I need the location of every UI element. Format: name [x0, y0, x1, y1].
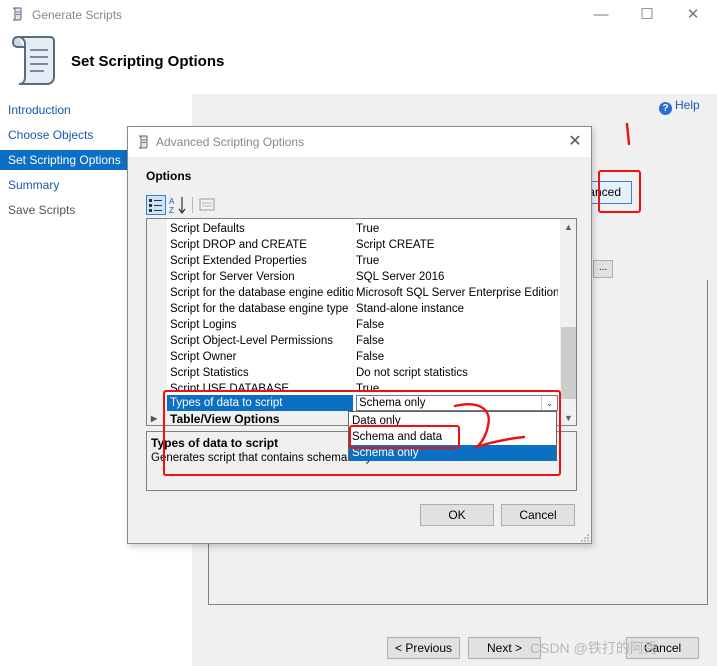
svg-text:Z: Z	[169, 206, 174, 215]
script-scroll-icon	[12, 7, 22, 21]
sort-alphabetical-icon: A Z	[169, 197, 186, 215]
property-name: Script Defaults	[170, 223, 245, 235]
previous-button[interactable]: < Previous	[387, 637, 460, 659]
property-row[interactable]: Script for the database engine type Stan…	[167, 301, 560, 317]
property-name: Script for the database engine type	[170, 303, 349, 315]
vertical-scrollbar[interactable]: ▲ ▼	[560, 219, 576, 425]
nav-item-introduction[interactable]: Introduction	[0, 100, 127, 120]
main-titlebar: Generate Scripts — ☐ ✕	[0, 0, 717, 30]
property-pages-icon	[199, 198, 215, 211]
property-row[interactable]: Script Defaults True	[167, 221, 560, 237]
annotation-box	[349, 425, 460, 449]
categorized-icon	[149, 199, 162, 212]
nav-item-save-scripts: Save Scripts	[8, 203, 76, 217]
svg-text:A: A	[169, 197, 175, 206]
property-value: Script CREATE	[356, 239, 435, 251]
property-name: Script DROP and CREATE	[170, 239, 307, 251]
ok-button[interactable]: OK	[420, 504, 494, 526]
property-name: Script for the database engine edition	[170, 287, 353, 299]
property-name: Script Object-Level Permissions	[170, 335, 333, 347]
script-scroll-icon	[11, 36, 55, 85]
expand-icon[interactable]: ▶	[151, 411, 157, 425]
property-name: Script Extended Properties	[170, 255, 307, 267]
property-name: Script Logins	[170, 319, 237, 331]
wizard-nav: Introduction Choose Objects Set Scriptin…	[0, 94, 127, 666]
maximize-button[interactable]: ☐	[624, 3, 670, 27]
property-row[interactable]: Script Extended Properties True	[167, 253, 560, 269]
scroll-thumb[interactable]	[561, 327, 576, 399]
categorized-view-button[interactable]	[146, 195, 166, 215]
annotation-box	[598, 170, 641, 213]
scroll-up-icon[interactable]: ▲	[560, 219, 576, 236]
dialog-cancel-button[interactable]: Cancel	[501, 504, 575, 526]
dialog-titlebar: Advanced Scripting Options ✕	[128, 127, 591, 157]
advanced-scripting-options-dialog: Advanced Scripting Options ✕ Options A Z…	[127, 126, 592, 544]
window-title: Generate Scripts	[32, 8, 123, 22]
property-name: Script Statistics	[170, 367, 249, 379]
minimize-button[interactable]: —	[578, 3, 624, 27]
alphabetical-view-button[interactable]: A Z	[168, 195, 188, 215]
property-value: False	[356, 335, 385, 347]
watermark: CSDN @铁打的阿秀	[530, 640, 658, 656]
page-title: Set Scripting Options	[71, 53, 225, 70]
property-pages-button	[198, 195, 218, 215]
property-row[interactable]: Script Statistics Do not script statisti…	[167, 365, 560, 381]
property-value: True	[356, 255, 380, 267]
scroll-down-icon[interactable]: ▼	[560, 410, 576, 425]
nav-item-choose-objects[interactable]: Choose Objects	[0, 125, 127, 145]
property-row[interactable]: Script Owner False	[167, 349, 560, 365]
frame-border	[208, 540, 708, 605]
resize-grip-icon[interactable]	[578, 531, 590, 543]
options-label: Options	[146, 169, 192, 183]
property-row[interactable]: Script for Server Version SQL Server 201…	[167, 269, 560, 285]
nav-item-summary[interactable]: Summary	[0, 175, 127, 195]
nav-item-set-scripting-options[interactable]: Set Scripting Options	[0, 150, 127, 170]
script-scroll-icon	[138, 135, 148, 149]
wizard-header: Set Scripting Options	[0, 30, 717, 94]
property-name: Script Owner	[170, 351, 237, 363]
dialog-title: Advanced Scripting Options	[156, 135, 305, 149]
help-icon: ?	[659, 102, 672, 115]
property-value: Microsoft SQL Server Enterprise Edition	[356, 287, 558, 299]
close-button[interactable]: ✕	[670, 3, 716, 27]
property-name: Script for Server Version	[170, 271, 295, 283]
property-value: False	[356, 351, 385, 363]
property-value: SQL Server 2016	[356, 271, 445, 283]
help-link[interactable]: ? Help	[659, 98, 700, 115]
dialog-close-button[interactable]: ✕	[564, 131, 586, 153]
property-row[interactable]: Script Object-Level Permissions False	[167, 333, 560, 349]
help-label: Help	[675, 98, 700, 112]
property-row[interactable]: Script Logins False	[167, 317, 560, 333]
property-value: Do not script statistics	[356, 367, 468, 379]
property-value: False	[356, 319, 385, 331]
property-row[interactable]: Script DROP and CREATE Script CREATE	[167, 237, 560, 253]
property-value: Stand-alone instance	[356, 303, 465, 315]
browse-button[interactable]: ...	[593, 260, 613, 278]
property-row[interactable]: Script for the database engine edition M…	[167, 285, 560, 301]
property-value: True	[356, 223, 380, 235]
toolbar-separator	[192, 197, 193, 213]
